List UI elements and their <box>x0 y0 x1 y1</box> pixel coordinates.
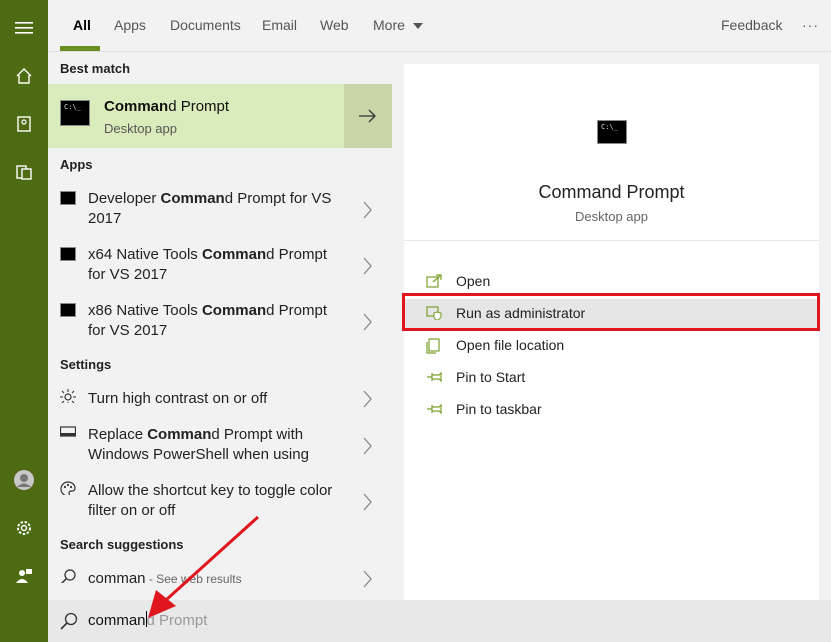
best-match-title: Command Prompt <box>104 98 229 115</box>
tab-apps[interactable]: Apps <box>114 0 146 52</box>
command-prompt-icon <box>60 303 76 317</box>
action-label: Open <box>456 273 491 289</box>
search-bar[interactable]: command Prompt <box>48 600 831 642</box>
chevron-down-icon <box>412 23 423 29</box>
web-suggestion-item[interactable]: comman - See web results <box>48 566 392 592</box>
avatar[interactable] <box>0 460 48 500</box>
list-item[interactable]: x64 Native Tools Command Prompt for VS 2… <box>48 242 392 292</box>
search-input[interactable]: command Prompt <box>88 611 207 629</box>
list-item-label: x86 Native Tools Command Prompt for VS 2… <box>88 302 327 339</box>
chevron-right-icon <box>363 201 372 219</box>
tab-web[interactable]: Web <box>320 0 349 52</box>
best-match-subtitle: Desktop app <box>104 121 177 136</box>
action-pin-to-taskbar[interactable]: Pin to taskbar <box>404 395 819 425</box>
best-match-title-bold: Comman <box>104 98 169 115</box>
action-pin-to-start[interactable]: Pin to Start <box>404 363 819 393</box>
tab-all[interactable]: All <box>73 0 91 52</box>
pin-icon <box>427 371 442 383</box>
sidebar <box>0 0 48 642</box>
tab-email[interactable]: Email <box>262 0 297 52</box>
search-typed-text: comman <box>88 612 146 629</box>
gear-icon[interactable] <box>0 508 48 548</box>
palette-icon <box>60 481 76 495</box>
command-prompt-large-icon: C:\_ <box>597 120 627 144</box>
list-item-label: Turn high contrast on or off <box>88 390 268 407</box>
chevron-right-icon <box>363 570 372 588</box>
list-item-label: comman - See web results <box>88 570 242 587</box>
taskbar-icon <box>60 426 76 437</box>
notebook-icon[interactable] <box>0 104 48 144</box>
list-item-label: x64 Native Tools Command Prompt for VS 2… <box>88 246 327 283</box>
open-preview-button[interactable] <box>344 84 392 148</box>
chevron-right-icon <box>363 257 372 275</box>
command-prompt-icon: C:\_ <box>60 100 90 126</box>
brightness-icon <box>60 389 76 403</box>
hamburger-menu-icon[interactable] <box>0 8 48 48</box>
preview-pane: C:\_ Command Prompt Desktop app Open Run… <box>404 64 819 600</box>
more-options-button[interactable]: ··· <box>802 0 819 52</box>
feedback-link[interactable]: Feedback <box>721 0 782 52</box>
list-item-label: Developer Command Prompt for VS 2017 <box>88 190 332 227</box>
documents-icon[interactable] <box>0 152 48 192</box>
search-icon <box>60 569 76 583</box>
command-prompt-icon <box>60 247 76 261</box>
action-label: Pin to taskbar <box>456 401 542 417</box>
results-list: Best match C:\_ Command Prompt Desktop a… <box>48 52 392 600</box>
file-location-icon <box>426 338 440 354</box>
search-suggestions-header: Search suggestions <box>60 537 184 552</box>
home-icon[interactable] <box>0 56 48 96</box>
list-item-label: Allow the shortcut key to toggle color f… <box>88 482 333 519</box>
list-item[interactable]: Developer Command Prompt for VS 2017 <box>48 186 392 236</box>
best-match-item[interactable]: C:\_ Command Prompt Desktop app <box>48 84 392 148</box>
command-prompt-icon <box>60 191 76 205</box>
list-item[interactable]: Turn high contrast on or off <box>48 386 392 412</box>
chevron-right-icon <box>363 437 372 455</box>
tab-documents[interactable]: Documents <box>170 0 241 52</box>
list-item[interactable]: Allow the shortcut key to toggle color f… <box>48 478 392 528</box>
best-match-title-rest: d Prompt <box>168 98 230 115</box>
active-tab-indicator <box>60 46 100 51</box>
search-icon <box>60 612 78 630</box>
action-open-file-location[interactable]: Open file location <box>404 331 819 361</box>
pin-icon <box>427 403 442 415</box>
divider <box>404 240 819 241</box>
action-label: Pin to Start <box>456 369 526 385</box>
chevron-right-icon <box>363 493 372 511</box>
list-item[interactable]: x86 Native Tools Command Prompt for VS 2… <box>48 298 392 348</box>
chevron-right-icon <box>363 390 372 408</box>
list-item[interactable]: Replace Command Prompt with Windows Powe… <box>48 422 392 472</box>
feedback-person-icon[interactable] <box>0 556 48 596</box>
apps-header: Apps <box>60 157 93 172</box>
tab-more-label: More <box>373 17 405 33</box>
tab-more[interactable]: More <box>373 0 423 52</box>
chevron-right-icon <box>363 313 372 331</box>
list-item-label: Replace Command Prompt with Windows Powe… <box>88 426 309 463</box>
highlight-box <box>402 293 820 331</box>
open-icon <box>426 274 442 288</box>
settings-header: Settings <box>60 357 112 372</box>
preview-subtitle: Desktop app <box>575 209 648 224</box>
search-completion: d Prompt <box>146 612 208 629</box>
preview-title: Command Prompt <box>538 182 685 202</box>
filter-tabs: All Apps Documents Email Web More Feedba… <box>48 0 831 52</box>
best-match-header: Best match <box>60 61 131 76</box>
arrow-right-icon <box>359 109 376 123</box>
action-label: Open file location <box>456 337 565 353</box>
